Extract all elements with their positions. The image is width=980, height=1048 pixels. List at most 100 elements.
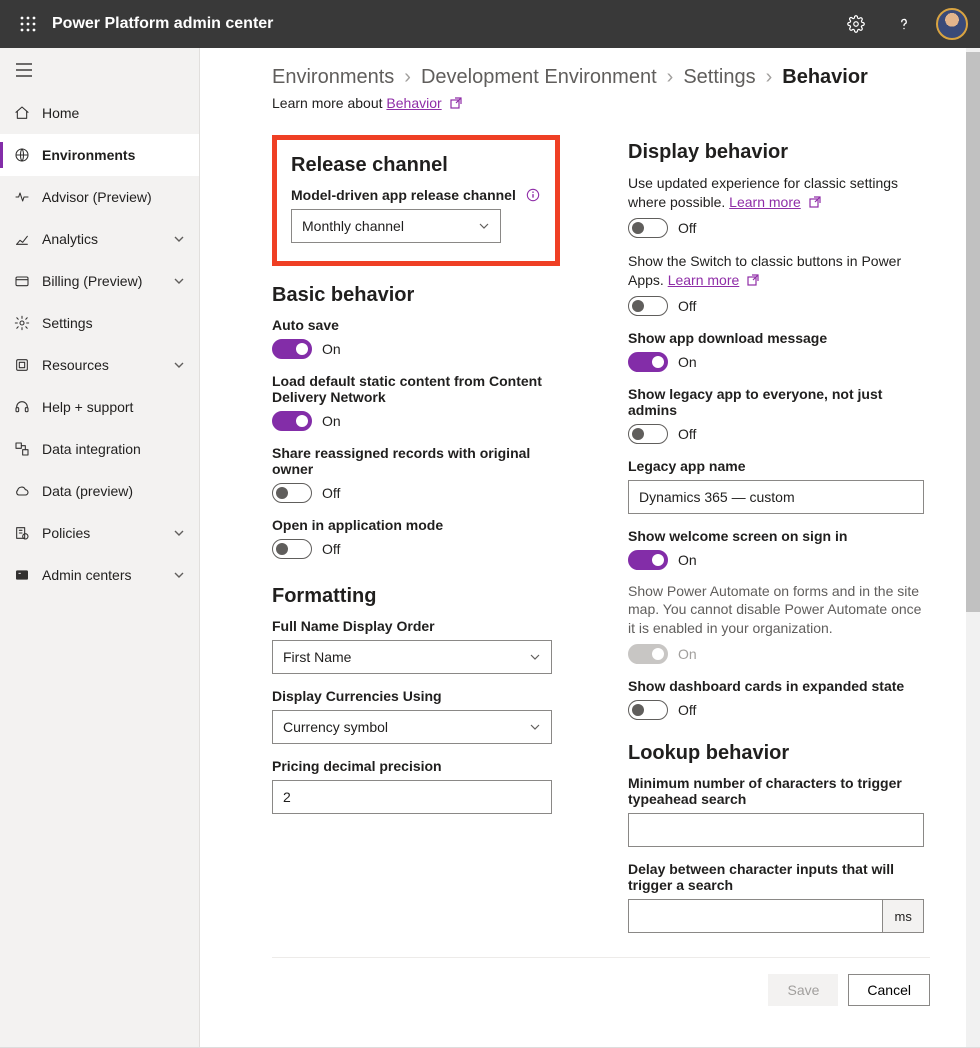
sidebar-item-label: Policies xyxy=(42,525,161,541)
scrollbar[interactable] xyxy=(966,48,980,1047)
chevron-right-icon: › xyxy=(766,66,773,89)
switch-classic-text: Show the Switch to classic buttons in Po… xyxy=(628,252,928,290)
user-avatar[interactable] xyxy=(932,0,972,48)
chevron-right-icon: › xyxy=(404,66,411,89)
breadcrumb: Environments › Development Environment ›… xyxy=(272,66,930,89)
release-channel-highlight: Release channel Model-driven app release… xyxy=(272,135,560,266)
legacy-name-label: Legacy app name xyxy=(628,458,928,474)
delay-chars-input[interactable] xyxy=(628,899,882,933)
share-reassigned-toggle[interactable] xyxy=(272,483,312,503)
open-app-mode-toggle[interactable] xyxy=(272,539,312,559)
crumb-settings[interactable]: Settings xyxy=(683,66,755,89)
legacy-all-label: Show legacy app to everyone, not just ad… xyxy=(628,386,928,418)
scrollbar-thumb[interactable] xyxy=(966,52,980,612)
pricing-precision-input[interactable]: 2 xyxy=(272,780,552,814)
sidebar-item-advisor-preview-[interactable]: Advisor (Preview) xyxy=(0,176,199,218)
chevron-down-icon xyxy=(529,721,541,733)
headset-icon xyxy=(14,399,30,415)
sidebar-item-label: Home xyxy=(42,105,185,121)
sidebar-item-home[interactable]: Home xyxy=(0,92,199,134)
sidebar-item-label: Help + support xyxy=(42,399,185,415)
currency-display-select[interactable]: Currency symbol xyxy=(272,710,552,744)
info-icon[interactable] xyxy=(526,188,540,202)
crumb-behavior: Behavior xyxy=(782,66,868,89)
welcome-screen-toggle[interactable] xyxy=(628,550,668,570)
app-download-toggle[interactable] xyxy=(628,352,668,372)
sidebar-item-billing-preview-[interactable]: Billing (Preview) xyxy=(0,260,199,302)
legacy-all-toggle[interactable] xyxy=(628,424,668,444)
updated-experience-link[interactable]: Learn more xyxy=(729,194,801,210)
fullname-order-label: Full Name Display Order xyxy=(272,618,572,634)
autosave-toggle[interactable] xyxy=(272,339,312,359)
help-icon[interactable] xyxy=(884,0,924,48)
dashboard-expanded-state: Off xyxy=(678,702,696,718)
power-automate-text: Show Power Automate on forms and in the … xyxy=(628,582,928,639)
cancel-button[interactable]: Cancel xyxy=(848,974,930,1006)
globe-icon xyxy=(14,147,30,163)
crumb-environments[interactable]: Environments xyxy=(272,66,394,89)
dashboard-expanded-toggle[interactable] xyxy=(628,700,668,720)
sidebar-item-environments[interactable]: Environments xyxy=(0,134,199,176)
sidebar-item-label: Data integration xyxy=(42,441,185,457)
cdn-state: On xyxy=(322,413,341,429)
chevron-right-icon: › xyxy=(667,66,674,89)
autosave-state: On xyxy=(322,341,341,357)
sidebar-item-policies[interactable]: Policies xyxy=(0,512,199,554)
chevron-down-icon xyxy=(173,275,185,287)
sidebar-item-data-preview-[interactable]: Data (preview) xyxy=(0,470,199,512)
currency-display-label: Display Currencies Using xyxy=(272,688,572,704)
delay-chars-input-group: ms xyxy=(628,899,924,933)
app-title: Power Platform admin center xyxy=(52,15,273,33)
open-app-mode-state: Off xyxy=(322,541,340,557)
hamburger-icon[interactable] xyxy=(0,48,199,92)
sidebar-item-settings[interactable]: Settings xyxy=(0,302,199,344)
updated-experience-state: Off xyxy=(678,220,696,236)
release-channel-heading: Release channel xyxy=(291,154,541,177)
power-automate-toggle xyxy=(628,644,668,664)
home-icon xyxy=(14,105,30,121)
learn-more-link[interactable]: Behavior xyxy=(386,95,441,111)
cdn-toggle[interactable] xyxy=(272,411,312,431)
topbar: Power Platform admin center xyxy=(0,0,980,48)
switch-classic-toggle[interactable] xyxy=(628,296,668,316)
delay-unit: ms xyxy=(882,899,924,933)
display-behavior-heading: Display behavior xyxy=(628,141,928,164)
sidebar-item-label: Environments xyxy=(42,147,185,163)
crumb-env-name[interactable]: Development Environment xyxy=(421,66,657,89)
updated-experience-toggle[interactable] xyxy=(628,218,668,238)
learn-more-prefix: Learn more about xyxy=(272,95,386,111)
dashboard-expanded-label: Show dashboard cards in expanded state xyxy=(628,678,928,694)
chevron-down-icon xyxy=(529,651,541,663)
sidebar-item-resources[interactable]: Resources xyxy=(0,344,199,386)
sidebar-item-label: Resources xyxy=(42,357,161,373)
external-link-icon xyxy=(809,196,821,208)
sidebar-item-analytics[interactable]: Analytics xyxy=(0,218,199,260)
legacy-name-input[interactable]: Dynamics 365 — custom xyxy=(628,480,924,514)
card-icon xyxy=(14,273,30,289)
sidebar-item-label: Data (preview) xyxy=(42,483,185,499)
chevron-down-icon xyxy=(173,527,185,539)
app-launcher-icon[interactable] xyxy=(8,0,48,48)
dataint-icon xyxy=(14,441,30,457)
min-chars-input[interactable] xyxy=(628,813,924,847)
save-button[interactable]: Save xyxy=(768,974,838,1006)
welcome-screen-state: On xyxy=(678,552,697,568)
sidebar-item-admin-centers[interactable]: Admin centers xyxy=(0,554,199,596)
sidebar-item-label: Billing (Preview) xyxy=(42,273,161,289)
settings-icon[interactable] xyxy=(836,0,876,48)
external-link-icon xyxy=(747,274,759,286)
cdn-label: Load default static content from Content… xyxy=(272,373,572,405)
currency-display-value: Currency symbol xyxy=(283,719,388,735)
power-automate-state: On xyxy=(678,646,697,662)
release-channel-select[interactable]: Monthly channel xyxy=(291,209,501,243)
sidebar-item-data-integration[interactable]: Data integration xyxy=(0,428,199,470)
chevron-down-icon xyxy=(173,233,185,245)
sidebar-item-help-support[interactable]: Help + support xyxy=(0,386,199,428)
chevron-down-icon xyxy=(173,359,185,371)
learn-more-row: Learn more about Behavior xyxy=(272,95,930,111)
settings-left-column: Release channel Model-driven app release… xyxy=(272,135,572,814)
policy-icon xyxy=(14,525,30,541)
switch-classic-link[interactable]: Learn more xyxy=(668,272,740,288)
delay-chars-label: Delay between character inputs that will… xyxy=(628,861,928,893)
fullname-order-select[interactable]: First Name xyxy=(272,640,552,674)
